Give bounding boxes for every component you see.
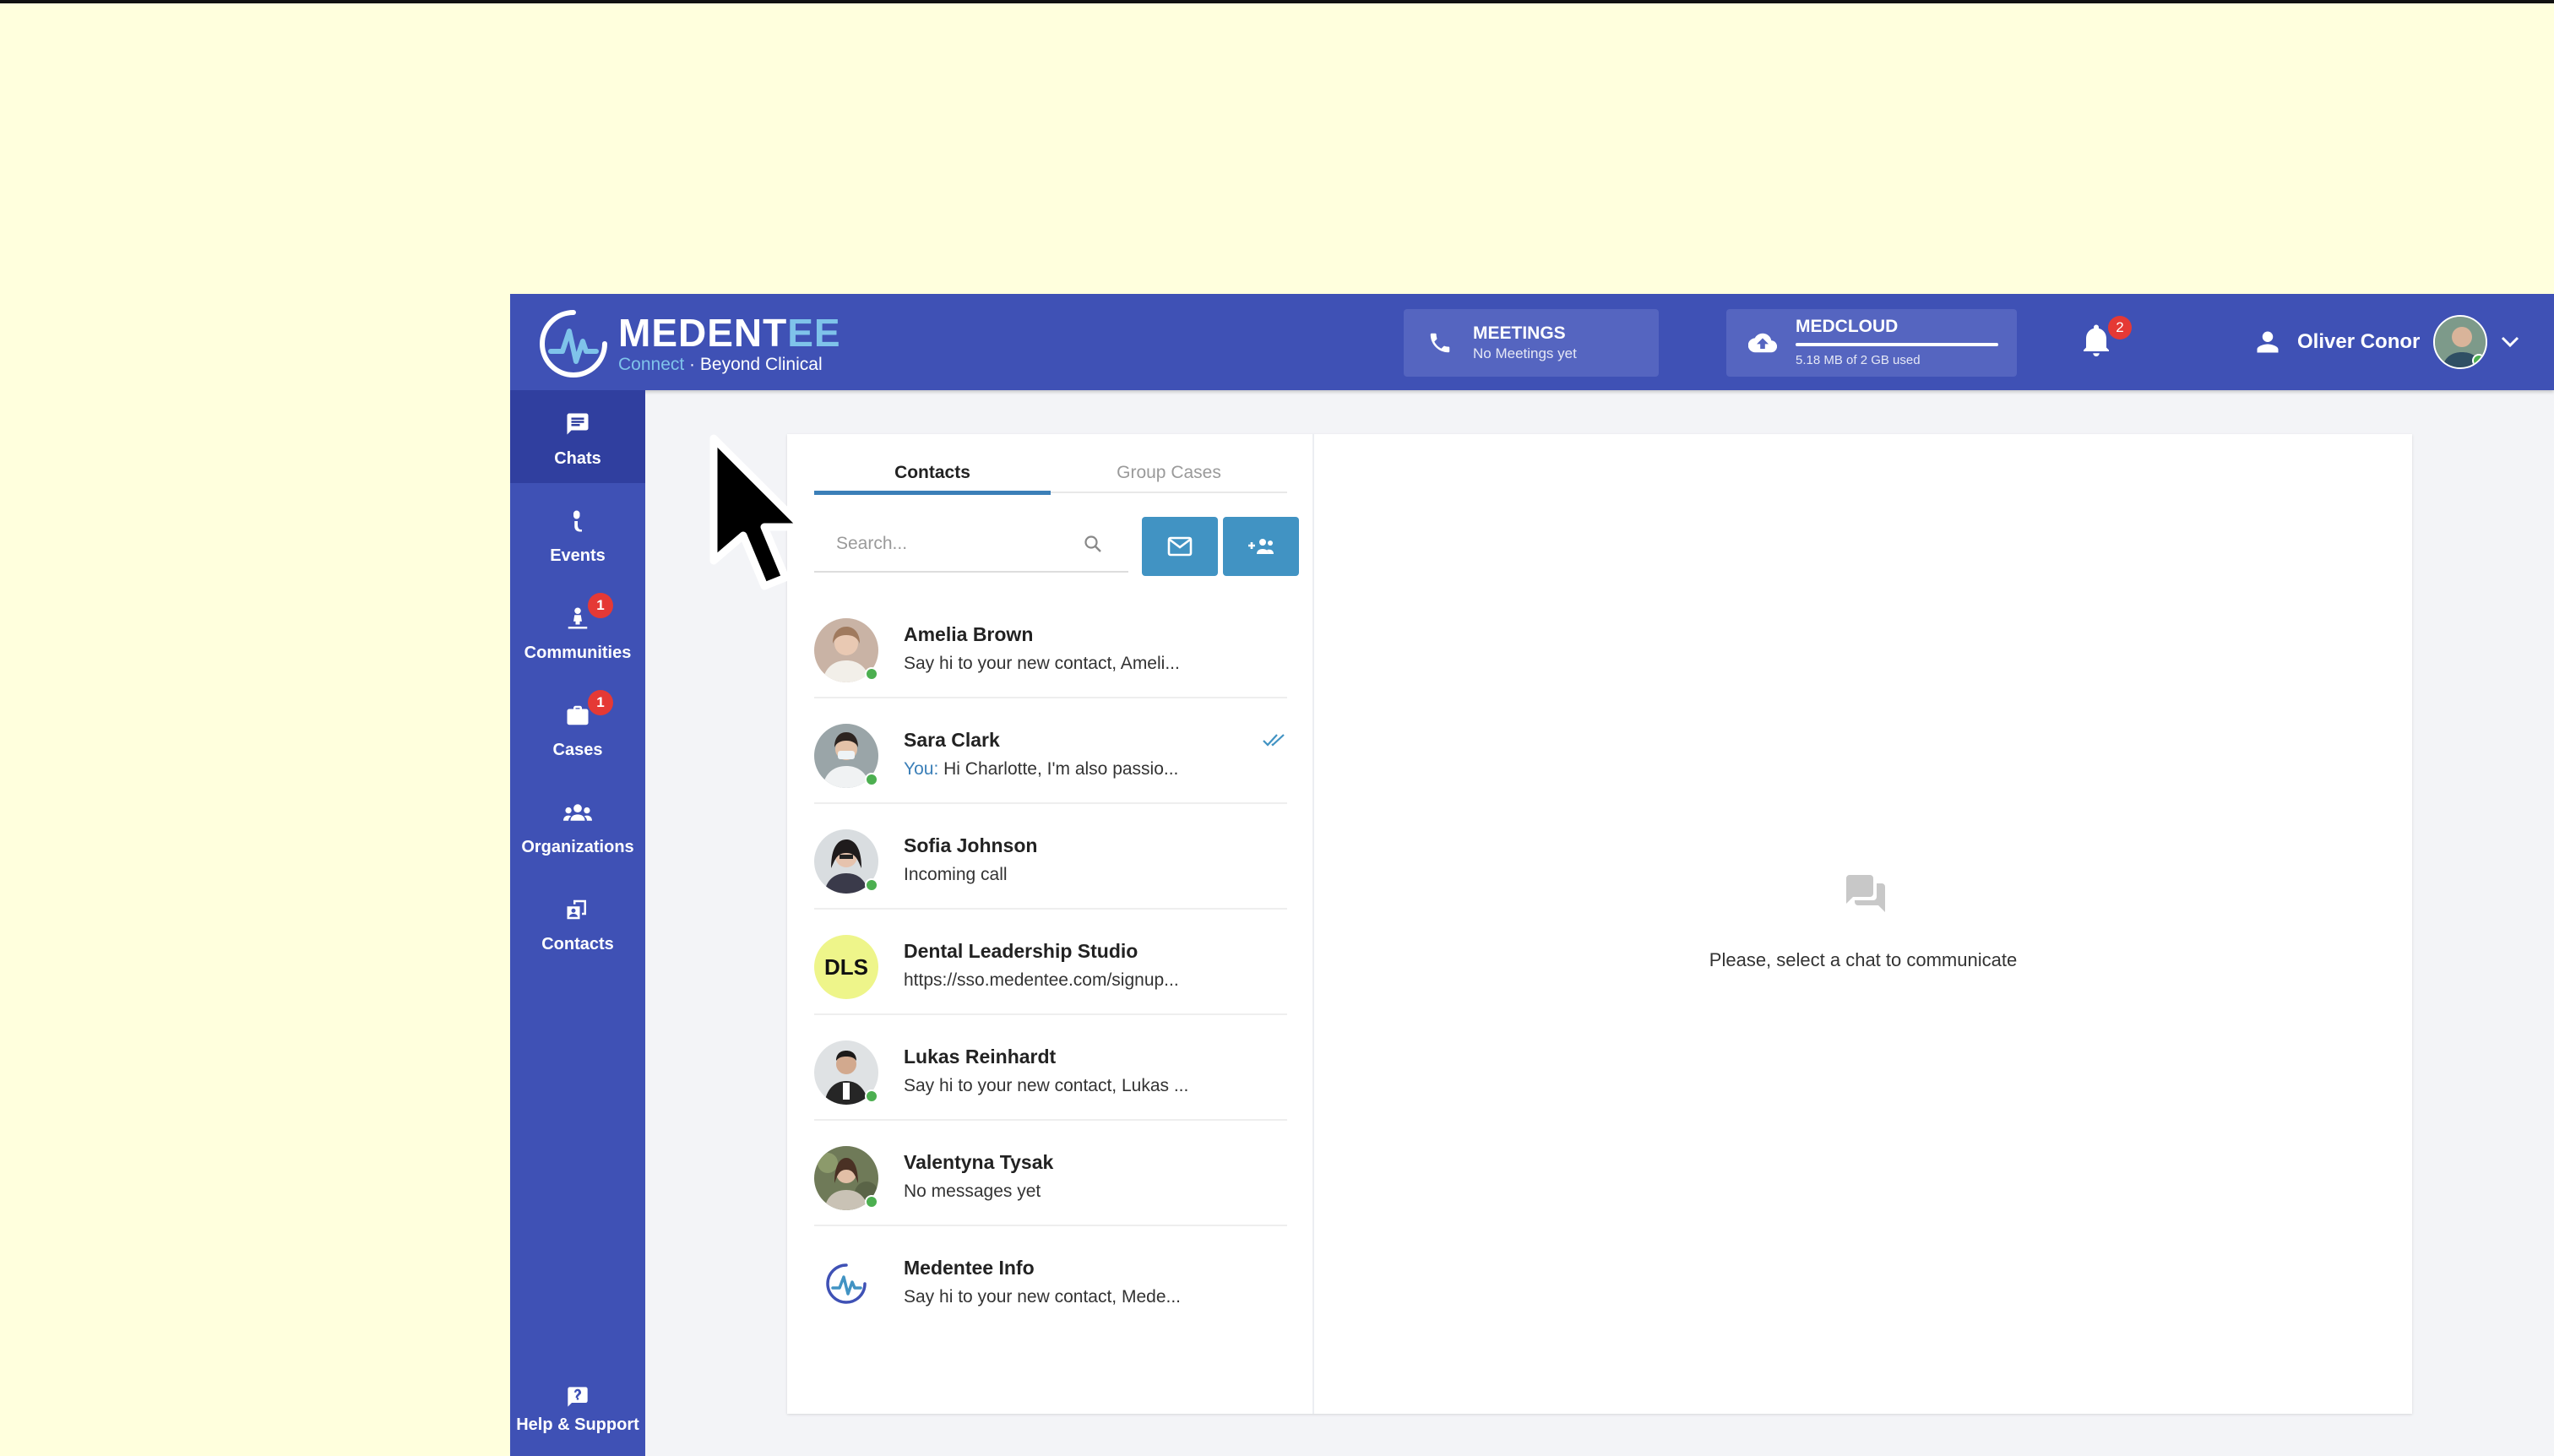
- contact-card-icon: [562, 894, 593, 925]
- medentee-logo[interactable]: MEDENTEE Connect · Beyond Clinical: [537, 307, 841, 380]
- screen-top-border: [0, 0, 2554, 3]
- contact-last-message: Incoming call: [904, 865, 1008, 884]
- contact-last-message: Say hi to your new contact, Lukas ...: [904, 1076, 1189, 1095]
- search-field[interactable]: Search...: [814, 517, 1128, 573]
- contact-row[interactable]: Sofia Johnson Incoming call: [814, 804, 1287, 910]
- contact-row[interactable]: Lukas Reinhardt Say hi to your new conta…: [814, 1015, 1287, 1121]
- sidebar-item-label: Chats: [554, 449, 601, 468]
- sidebar-item-label: Contacts: [541, 935, 614, 953]
- chat-empty-state: Please, select a chat to communicate: [1314, 434, 2412, 1414]
- contact-row[interactable]: Medentee Info Say hi to your new contact…: [814, 1226, 1287, 1332]
- contact-name: Dental Leadership Studio: [904, 940, 1138, 962]
- chat-bubbles-icon: [1846, 875, 1885, 912]
- medentee-logo-icon: [826, 1263, 867, 1304]
- person-icon: [2257, 331, 2279, 353]
- chat-icon: [562, 409, 593, 439]
- help-icon: [562, 1382, 593, 1412]
- contact-last-message: https://sso.medentee.com/signup...: [904, 970, 1179, 990]
- user-name: Oliver Conor: [2297, 330, 2421, 353]
- contacts-tabs: Contacts Group Cases: [814, 453, 1287, 495]
- sidebar-item-label: Organizations: [521, 838, 634, 856]
- contact-name: Sara Clark: [904, 729, 1000, 751]
- contacts-column: Contacts Group Cases Search... Amelia Br…: [787, 434, 1314, 1414]
- logo-wordmark: MEDENTEE: [618, 311, 841, 355]
- sidebar-badge: 1: [588, 593, 613, 618]
- double-check-icon: [1263, 734, 1285, 747]
- medentee-logo-mark: [540, 310, 607, 378]
- top-header: MEDENTEE Connect · Beyond Clinical MEETI…: [510, 294, 2554, 390]
- contact-name: Lukas Reinhardt: [904, 1046, 1057, 1068]
- mail-icon: [1167, 536, 1193, 557]
- online-indicator: [865, 667, 878, 681]
- logo-tagline: Connect · Beyond Clinical: [618, 355, 823, 374]
- meetings-widget[interactable]: MEETINGS No Meetings yet: [1404, 309, 1659, 377]
- contact-row[interactable]: Sara Clark You: Hi Charlotte, I'm also p…: [814, 698, 1287, 804]
- medcloud-title: MEDCLOUD: [1796, 317, 1899, 336]
- contact-name: Valentyna Tysak: [904, 1151, 1054, 1173]
- sidebar-item-communities[interactable]: 1 Communities: [510, 584, 645, 677]
- online-indicator: [865, 1195, 878, 1209]
- contact-last-message: You: Hi Charlotte, I'm also passio...: [904, 759, 1178, 780]
- tab-group-cases[interactable]: Group Cases: [1051, 453, 1287, 493]
- avatar-initials: DLS: [824, 953, 868, 980]
- left-sidebar: Chats Events 1 Communities 1 Cases Organ…: [510, 390, 645, 1456]
- sidebar-item-events[interactable]: Events: [510, 487, 645, 580]
- contact-name: Amelia Brown: [904, 623, 1034, 645]
- contact-avatar: [814, 1252, 878, 1316]
- sidebar-item-cases[interactable]: 1 Cases: [510, 682, 645, 774]
- contact-last-message: Say hi to your new contact, Ameli...: [904, 654, 1180, 673]
- sidebar-item-chats[interactable]: Chats: [510, 390, 645, 483]
- message-text: Hi Charlotte, I'm also passio...: [938, 759, 1179, 779]
- contact-last-message: Say hi to your new contact, Mede...: [904, 1287, 1182, 1307]
- empty-state-text: Please, select a chat to communicate: [1709, 949, 2018, 970]
- tab-contacts[interactable]: Contacts: [814, 453, 1051, 495]
- sidebar-item-label: Events: [550, 546, 606, 565]
- notifications-badge: 2: [2108, 316, 2132, 340]
- bell-icon: [2084, 324, 2109, 356]
- mouse-cursor-icon: [709, 434, 807, 590]
- groups-icon: [562, 797, 593, 828]
- group-add-icon: [1248, 539, 1274, 554]
- contact-row[interactable]: DLS Dental Leadership Studio https://sso…: [814, 910, 1287, 1015]
- meetings-status: No Meetings yet: [1473, 345, 1577, 361]
- cloud-upload-icon: [1748, 329, 1777, 357]
- sidebar-item-help-support[interactable]: Help & Support: [510, 1370, 645, 1456]
- storage-progress-bar: [1796, 343, 1998, 346]
- online-indicator: [865, 1089, 878, 1103]
- sidebar-item-label: Communities: [524, 644, 632, 662]
- sidebar-item-organizations[interactable]: Organizations: [510, 779, 645, 872]
- contact-row[interactable]: Amelia Brown Say hi to your new contact,…: [814, 593, 1287, 698]
- search-icon: [1084, 535, 1101, 552]
- create-group-button[interactable]: [1223, 517, 1299, 576]
- medcloud-widget[interactable]: MEDCLOUD 5.18 MB of 2 GB used: [1726, 309, 2017, 377]
- user-menu[interactable]: Oliver Conor: [2255, 314, 2519, 370]
- contact-name: Medentee Info: [904, 1257, 1035, 1279]
- microphone-icon: [562, 506, 593, 536]
- you-prefix: You:: [904, 759, 939, 779]
- chevron-down-icon[interactable]: [2501, 336, 2519, 348]
- contact-name: Sofia Johnson: [904, 834, 1038, 856]
- phone-icon: [1426, 329, 1454, 357]
- sidebar-badge: 1: [588, 690, 613, 715]
- chat-panel: Contacts Group Cases Search... Amelia Br…: [787, 434, 2412, 1414]
- sidebar-item-label: Cases: [552, 741, 603, 759]
- user-avatar[interactable]: [2433, 315, 2488, 369]
- storage-usage-text: 5.18 MB of 2 GB used: [1796, 353, 1921, 367]
- new-message-button[interactable]: [1142, 517, 1218, 576]
- online-indicator: [865, 878, 878, 892]
- search-input[interactable]: Search...: [836, 534, 1083, 554]
- contact-last-message: No messages yet: [904, 1182, 1041, 1201]
- online-indicator: [865, 773, 878, 786]
- sidebar-item-contacts[interactable]: Contacts: [510, 876, 645, 969]
- contact-row[interactable]: Valentyna Tysak No messages yet: [814, 1121, 1287, 1226]
- contact-avatar-initials: DLS: [814, 935, 878, 999]
- sidebar-item-label: Help & Support: [516, 1415, 639, 1434]
- meetings-title: MEETINGS: [1473, 323, 1566, 343]
